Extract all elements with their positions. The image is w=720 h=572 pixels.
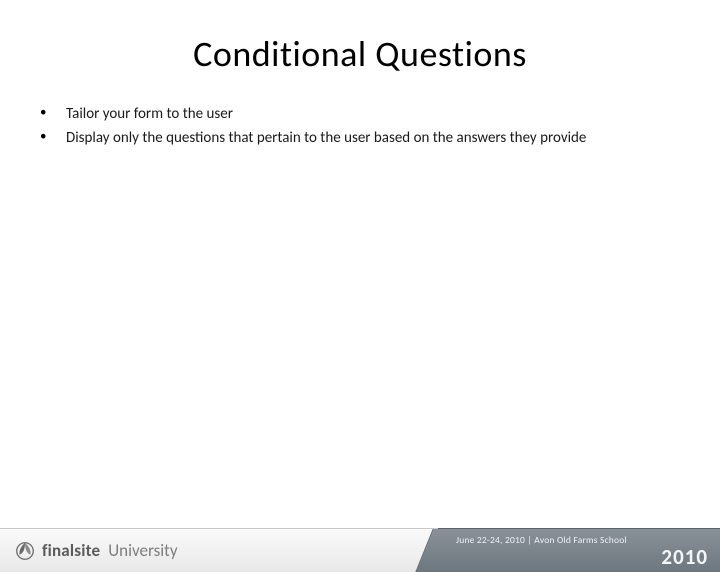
footer-brand: finalsite University [0,528,438,572]
brand-name-strong: finalsite [42,540,100,561]
slide-title: Conditional Questions [0,32,720,76]
event-year: 2010 [456,547,708,568]
brand-name-light: University [108,540,177,561]
bullet-list: Tailor your form to the user Display onl… [30,104,680,149]
leaf-globe-icon [14,540,36,562]
list-item: Tailor your form to the user [30,104,680,124]
slide-footer: finalsite University June 22-24, 2010 | … [0,528,720,572]
footer-event: June 22-24, 2010 | Avon Old Farms School… [438,528,720,572]
list-item: Display only the questions that pertain … [30,128,680,148]
